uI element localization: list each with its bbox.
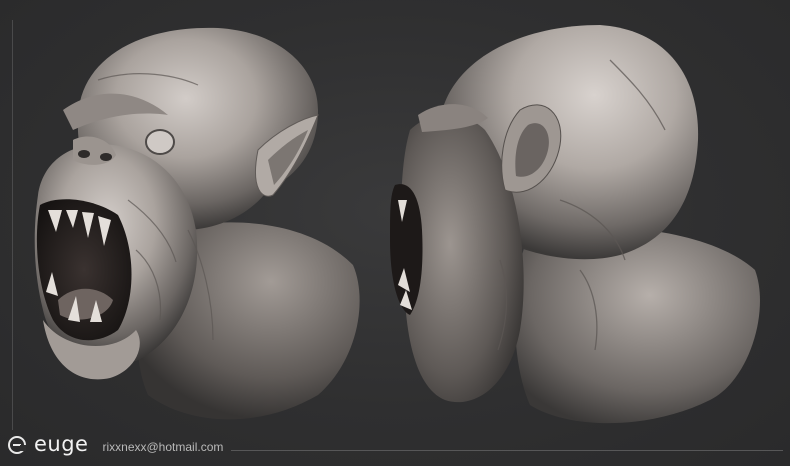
render-canvas: euge rixxnexx@hotmail.com <box>0 0 790 466</box>
signature-footer: euge rixxnexx@hotmail.com <box>8 430 783 458</box>
artist-brand: euge <box>34 431 89 456</box>
artist-email: rixxnexx@hotmail.com <box>102 440 224 454</box>
creature-bust-front-view <box>18 0 378 430</box>
creature-bust-side-view <box>380 0 780 430</box>
frame-divider <box>12 20 13 430</box>
footer-divider <box>231 449 783 451</box>
euge-logo-icon <box>8 436 26 454</box>
